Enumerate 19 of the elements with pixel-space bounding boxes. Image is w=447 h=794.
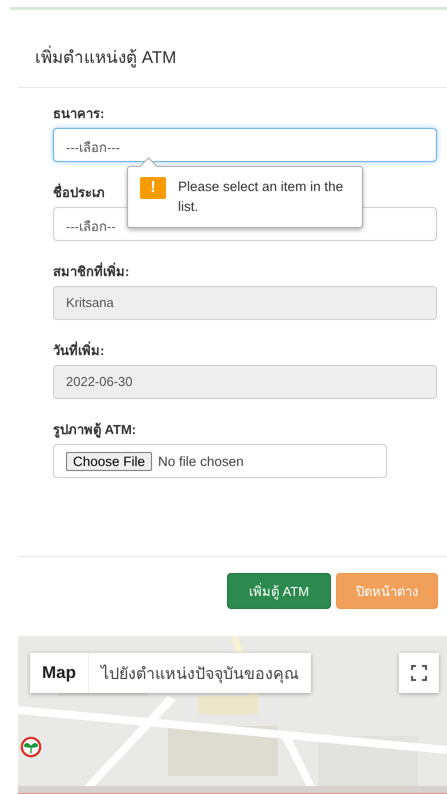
field-label: วันที่เพิ่ม: (53, 343, 104, 359)
field-label: สมาชิกที่เพิ่ม: (53, 264, 130, 280)
input-field: 2022-06-30 (53, 365, 437, 399)
warning-icon: ! (140, 177, 166, 199)
field-label: รูปภาพตู้ ATM: (53, 422, 136, 438)
my-location-button[interactable]: ไปยังตำแหน่งปัจจุบันของคุณ (89, 653, 311, 693)
add-atm-button[interactable]: เพิ่มตู้ ATM (227, 573, 331, 609)
fullscreen-icon (411, 665, 427, 681)
map-type-button[interactable]: Map (30, 653, 89, 693)
file-field[interactable]: Choose File No file chosen (53, 444, 387, 478)
modal-title: เพิ่มตำแหน่งตู้ ATM (35, 48, 176, 67)
select-field[interactable]: ---เลือก--- (53, 128, 437, 162)
input-field: Kritsana (53, 286, 437, 320)
field-label: ชื่อประเภ (53, 185, 105, 201)
map-marker-icon[interactable] (20, 736, 42, 758)
choose-file-button[interactable]: Choose File (66, 452, 152, 470)
fullscreen-button[interactable] (399, 653, 439, 693)
field-label: ธนาคาร: (53, 106, 104, 122)
file-status: No file chosen (158, 454, 244, 468)
